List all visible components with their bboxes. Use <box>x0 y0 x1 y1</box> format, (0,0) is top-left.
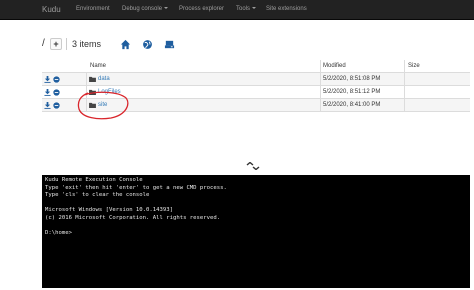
folder-icon <box>89 102 96 108</box>
column-divider <box>86 73 87 86</box>
file-link-data[interactable]: data <box>98 76 110 82</box>
delete-icon[interactable] <box>53 89 60 96</box>
nav-debug-console[interactable]: Debug console <box>122 6 169 12</box>
row-actions <box>44 89 64 97</box>
nav-tools-label: Tools <box>236 6 251 12</box>
console-prompt[interactable]: D:\home> <box>45 230 467 238</box>
nav-process-explorer-label: Process explorer <box>179 6 225 12</box>
column-divider <box>320 60 321 73</box>
delete-icon[interactable] <box>53 76 60 83</box>
chevron-down-icon <box>164 7 169 10</box>
header-size[interactable]: Size <box>408 63 420 69</box>
table-row: LogFiles 5/2/2020, 8:51:12 PM <box>42 86 470 99</box>
download-icon[interactable] <box>44 102 51 109</box>
table-row: data 5/2/2020, 8:51:08 PM <box>42 73 470 86</box>
drive-icon[interactable] <box>164 39 175 50</box>
modified-date: 5/2/2020, 8:51:08 PM <box>323 76 381 82</box>
console-line: (c) 2016 Microsoft Corporation. All righ… <box>45 214 221 221</box>
chevron-down-icon <box>252 7 257 10</box>
download-icon[interactable] <box>44 76 51 83</box>
toolbar-divider <box>66 38 67 50</box>
column-divider <box>320 99 321 112</box>
nav-site-extensions[interactable]: Site extensions <box>266 6 307 12</box>
console-line: Kudu Remote Execution Console <box>45 177 143 183</box>
nav-tools[interactable]: Tools <box>236 6 257 12</box>
file-link-site[interactable]: site <box>98 102 107 108</box>
column-divider <box>404 73 405 86</box>
column-divider <box>320 86 321 99</box>
file-link-logfiles[interactable]: LogFiles <box>98 89 121 95</box>
header-modified[interactable]: Modified <box>323 63 346 69</box>
modified-date: 5/2/2020, 8:41:00 PM <box>323 102 381 108</box>
folder-icon <box>89 76 96 82</box>
top-navbar: Kudu Environment Debug console Process e… <box>0 0 474 20</box>
resize-splitter-icon[interactable] <box>246 162 260 170</box>
delete-icon[interactable] <box>53 102 60 109</box>
current-path[interactable]: / <box>42 38 45 49</box>
download-icon[interactable] <box>44 89 51 96</box>
row-actions <box>44 76 64 84</box>
cmd-console[interactable]: Kudu Remote Execution Console Type 'exit… <box>42 175 470 288</box>
nav-process-explorer[interactable]: Process explorer <box>179 6 224 12</box>
row-actions <box>44 102 64 110</box>
nav-site-extensions-label: Site extensions <box>266 6 307 12</box>
column-divider <box>86 99 87 112</box>
column-divider <box>404 99 405 112</box>
column-divider <box>320 73 321 86</box>
nav-environment[interactable]: Environment <box>76 6 110 12</box>
nav-environment-label: Environment <box>76 6 110 12</box>
add-button[interactable]: + <box>50 38 62 50</box>
nav-debug-console-label: Debug console <box>122 6 163 12</box>
item-count: 3 items <box>72 39 102 49</box>
modified-date: 5/2/2020, 8:51:12 PM <box>323 89 381 95</box>
console-line: Type 'exit' then hit 'enter' to get a ne… <box>45 184 227 191</box>
brand-logo[interactable]: Kudu <box>42 5 61 14</box>
folder-icon <box>89 89 96 95</box>
console-line: Type 'cls' to clear the console <box>45 192 150 199</box>
header-name[interactable]: Name <box>90 63 106 69</box>
console-line: Microsoft Windows [Version 10.0.14393] <box>45 207 173 214</box>
home-icon[interactable] <box>120 39 131 50</box>
column-divider <box>404 60 405 73</box>
globe-icon[interactable] <box>142 39 153 50</box>
table-row: site 5/2/2020, 8:41:00 PM <box>42 99 470 112</box>
column-divider <box>404 86 405 99</box>
table-header: Name Modified Size <box>42 60 470 73</box>
column-divider <box>86 86 87 99</box>
